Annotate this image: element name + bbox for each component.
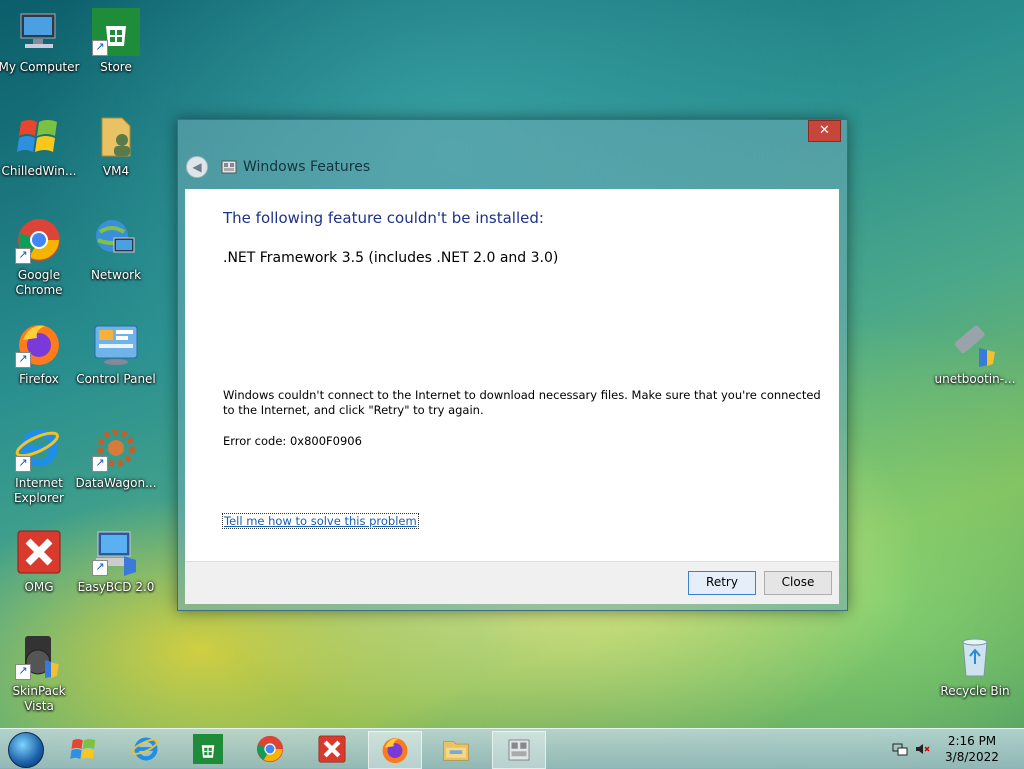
dialog-title: Windows Features: [243, 159, 371, 175]
error-heading: The following feature couldn't be instal…: [223, 209, 544, 227]
desktop-icon-recycle-bin[interactable]: Recycle Bin: [933, 632, 1017, 699]
skinpack-icon: ↗: [15, 632, 63, 680]
desktop-icon-label: SkinPack Vista: [12, 684, 66, 713]
desktop-icon-label: Store: [100, 60, 132, 74]
ie-icon: [131, 737, 159, 761]
desktop-icon-google-chrome[interactable]: ↗ Google Chrome: [0, 216, 81, 298]
dialog-footer: Retry Close: [185, 561, 839, 604]
volume-muted-icon[interactable]: [914, 741, 930, 757]
desktop-icon-internet-explorer[interactable]: ↗ Internet Explorer: [0, 424, 81, 506]
desktop-icon-control-panel[interactable]: Control Panel: [74, 320, 158, 387]
desktop-icon-label: OMG: [24, 580, 54, 594]
error-code: Error code: 0x800F0906: [223, 434, 362, 448]
taskbar-windows-flag[interactable]: [58, 731, 110, 767]
desktop-icon-omg[interactable]: OMG: [0, 528, 81, 595]
file-explorer-icon: [443, 741, 469, 761]
taskbar-omg[interactable]: [306, 731, 358, 767]
windows-features-icon: [221, 160, 237, 174]
desktop-icon-label: Recycle Bin: [940, 684, 1010, 698]
desktop-icon-label: Google Chrome: [15, 268, 63, 297]
folder-user-icon: [92, 112, 140, 160]
computer-icon: [15, 8, 63, 56]
store-icon: ↗: [92, 8, 140, 56]
taskbar-chrome[interactable]: [244, 731, 296, 767]
desktop-icon-skinpack-vista[interactable]: ↗ SkinPack Vista: [0, 632, 81, 714]
windows-features-icon: [508, 739, 530, 761]
network-tray-icon[interactable]: [892, 741, 908, 757]
desktop-icon-label: Control Panel: [76, 372, 156, 386]
firefox-icon: ↗: [15, 320, 63, 368]
desktop-icon-label: DataWagon...: [75, 476, 157, 490]
desktop-icon-label: Internet Explorer: [14, 476, 64, 505]
taskbar: 2:16 PM 3/8/2022: [0, 728, 1024, 769]
control-panel-icon: [92, 320, 140, 368]
desktop-icon-label: EasyBCD 2.0: [77, 580, 155, 594]
dialog-titlebar: ◀ Windows Features: [186, 156, 370, 178]
desktop-icon-easybcd[interactable]: ↗ EasyBCD 2.0: [74, 528, 158, 595]
shortcut-arrow-icon: ↗: [92, 560, 108, 576]
usb-shield-icon: [951, 320, 999, 368]
shortcut-arrow-icon: ↗: [15, 664, 31, 680]
dialog-content: The following feature couldn't be instal…: [185, 189, 839, 561]
firefox-icon: [382, 738, 408, 764]
store-icon: [193, 734, 223, 764]
windows-features-dialog: ✕ ◀ Windows Features The following featu…: [177, 119, 848, 611]
gear-icon: ↗: [92, 424, 140, 472]
error-message: Windows couldn't connect to the Internet…: [223, 388, 821, 417]
desktop-icon-datawagon[interactable]: ↗ DataWagon...: [74, 424, 158, 491]
window-close-button[interactable]: ✕: [808, 120, 841, 142]
ie-icon: ↗: [15, 424, 63, 472]
desktop-icon-unetbootin[interactable]: unetbootin-...: [933, 320, 1017, 387]
shortcut-arrow-icon: ↗: [15, 352, 31, 368]
start-button[interactable]: [8, 732, 44, 768]
desktop-icon-label: My Computer: [0, 60, 80, 74]
chrome-icon: [256, 735, 284, 763]
retry-button[interactable]: Retry: [688, 571, 756, 595]
desktop-icon-my-computer[interactable]: My Computer: [0, 8, 81, 75]
back-arrow-icon[interactable]: ◀: [186, 156, 208, 178]
desktop-icon-label: Network: [90, 268, 142, 282]
desktop-icon-firefox[interactable]: ↗ Firefox: [0, 320, 81, 387]
windows-flag-icon: [70, 739, 96, 759]
feature-name: .NET Framework 3.5 (includes .NET 2.0 an…: [223, 250, 559, 266]
desktop-icon-label: Firefox: [19, 372, 59, 386]
clock-time[interactable]: 2:16 PM: [942, 734, 1002, 748]
taskbar-internet-explorer[interactable]: [120, 731, 172, 767]
easybcd-icon: ↗: [92, 528, 140, 576]
close-button[interactable]: Close: [764, 571, 832, 595]
taskbar-file-explorer[interactable]: [430, 731, 482, 767]
desktop-icon-label: ChilledWin...: [1, 164, 77, 178]
desktop-icon-label: VM4: [102, 164, 130, 178]
desktop-icon-store[interactable]: ↗ Store: [74, 8, 158, 75]
red-x-icon: [15, 528, 63, 576]
shortcut-arrow-icon: ↗: [92, 456, 108, 472]
desktop-icon-chilledwin[interactable]: ChilledWin...: [0, 112, 81, 179]
shortcut-arrow-icon: ↗: [15, 248, 31, 264]
taskbar-store[interactable]: [182, 731, 234, 767]
windows-flag-icon: [15, 112, 63, 160]
desktop-icon-vm4[interactable]: VM4: [74, 112, 158, 179]
taskbar-windows-features[interactable]: [492, 731, 546, 769]
clock-date[interactable]: 3/8/2022: [942, 750, 1002, 764]
chrome-icon: ↗: [15, 216, 63, 264]
taskbar-firefox[interactable]: [368, 731, 422, 769]
recycle-bin-icon: [951, 632, 999, 680]
shortcut-arrow-icon: ↗: [15, 456, 31, 472]
red-x-icon: [318, 735, 346, 763]
desktop-icon-network[interactable]: Network: [74, 216, 158, 283]
shortcut-arrow-icon: ↗: [92, 40, 108, 56]
system-tray: 2:16 PM 3/8/2022: [884, 729, 1024, 769]
network-icon: [92, 216, 140, 264]
help-link[interactable]: Tell me how to solve this problem: [222, 513, 419, 529]
desktop-icon-label: unetbootin-...: [934, 372, 1016, 386]
